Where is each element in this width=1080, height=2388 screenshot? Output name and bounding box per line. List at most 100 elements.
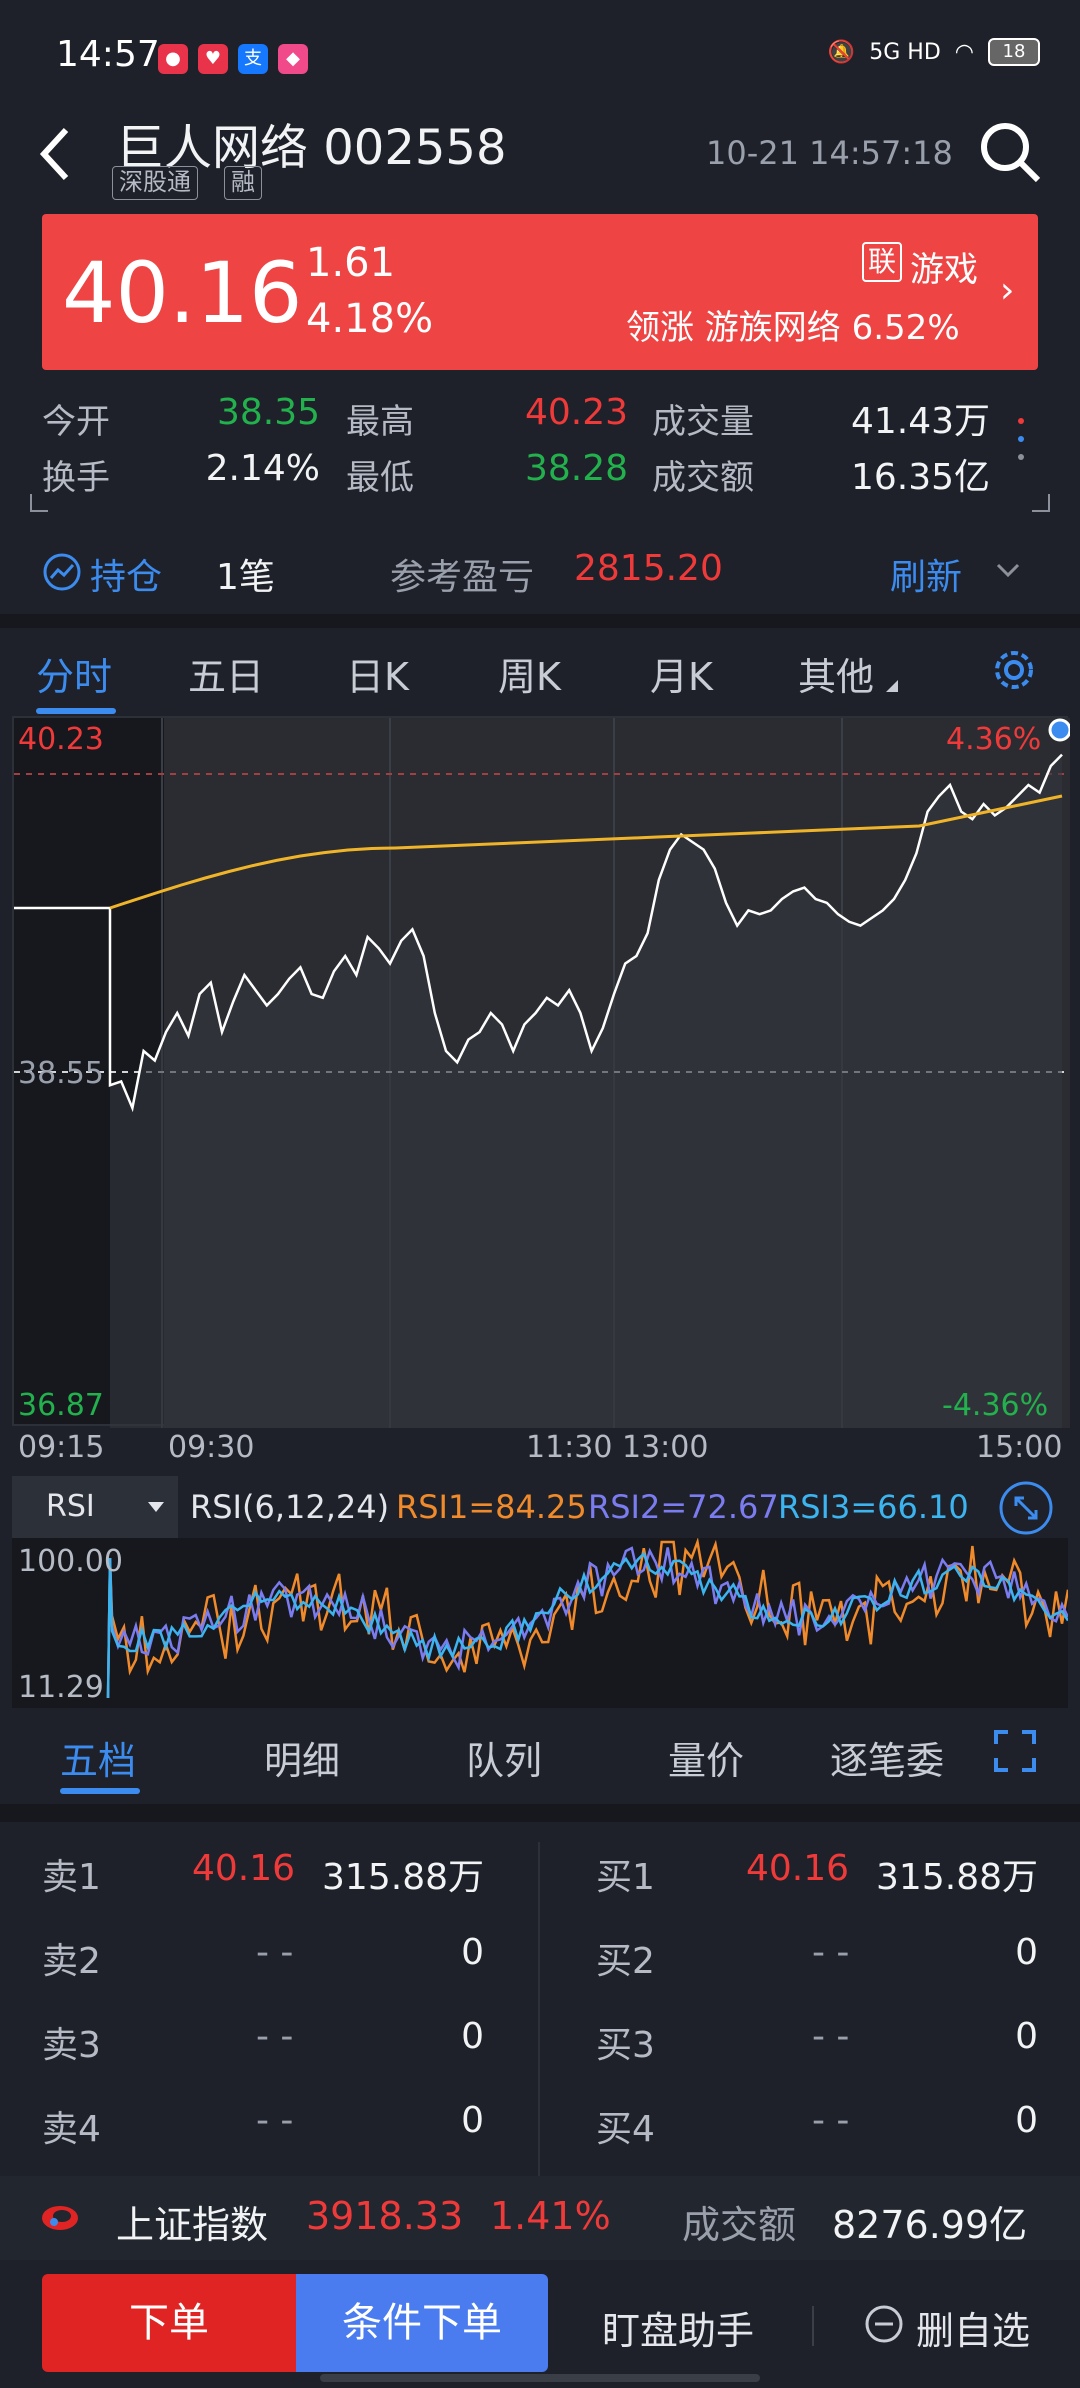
buy-level-label: 买2 [596, 1941, 655, 1982]
page-dot [1018, 436, 1024, 442]
home-indicator [320, 2374, 760, 2382]
alipay-icon: 支 [238, 44, 268, 74]
tab-daily-k[interactable]: 日K [346, 646, 409, 701]
turnover-value: 2.14% [205, 448, 320, 489]
time-tick: 09:30 [168, 1430, 255, 1465]
buy-level-price: 40.16 [746, 1848, 850, 1889]
status-icons: 🔕 5G HD ◠ 18 [828, 38, 1040, 66]
rsi2-line [106, 1546, 1070, 1699]
buy-level-label: 买4 [596, 2109, 655, 2150]
dropdown-corner-icon [886, 680, 898, 692]
remove-watchlist-button[interactable]: 删自选 [916, 2300, 1030, 2355]
tab-queue[interactable]: 队列 [466, 1730, 542, 1785]
price-change-pct: 4.18% [306, 296, 434, 342]
tab-volume-price[interactable]: 量价 [668, 1730, 744, 1785]
sell-level-volume: 0 [461, 2100, 484, 2141]
price-change: 1.61 [306, 240, 396, 286]
conditional-order-button[interactable]: 条件下单 [296, 2274, 548, 2372]
intraday-chart-svg [14, 718, 1072, 1428]
search-button[interactable] [978, 120, 1042, 184]
expand-indicator-button[interactable] [998, 1480, 1054, 1540]
volume-value: 41.43万 [850, 401, 990, 442]
high-label: 最高 [346, 402, 414, 442]
mute-icon: 🔕 [827, 39, 856, 65]
tab-five-level[interactable]: 五档 [60, 1730, 136, 1785]
minus-circle-icon [864, 2304, 904, 2348]
intraday-chart[interactable] [12, 716, 1072, 1428]
rsi-params: RSI(6,12,24) [190, 1488, 390, 1526]
tab-detail[interactable]: 明细 [264, 1730, 340, 1785]
expand-corner-icon[interactable] [30, 494, 48, 512]
sell-level-label: 卖2 [42, 1941, 101, 1982]
rsi1-value: RSI1=84.25 [396, 1488, 587, 1526]
y-axis-top-pct: 4.36% [946, 722, 1042, 757]
position-button[interactable]: 持仓 [90, 548, 162, 600]
rsi-axis-bottom: 11.29 [18, 1670, 104, 1705]
index-amount: 8276.99亿 [832, 2203, 1028, 2247]
expand-corner-icon[interactable] [1032, 494, 1050, 512]
current-price: 40.16 [62, 244, 303, 342]
buy-level-volume: 315.88万 [876, 1857, 1038, 1898]
tab-monthly-k[interactable]: 月K [650, 646, 713, 701]
chevron-right-icon: › [1000, 270, 1015, 311]
buy-level-volume: 0 [1015, 1932, 1038, 1973]
chevron-down-icon[interactable] [994, 556, 1022, 588]
sell-level-volume: 0 [461, 2016, 484, 2057]
app-notification-icon: ● [158, 44, 188, 74]
sell-level-label: 卖1 [42, 1857, 101, 1898]
app-notification-icon: ♥ [198, 44, 228, 74]
current-point-marker [1048, 718, 1072, 742]
time-tick: 15:00 [976, 1430, 1063, 1465]
status-bar: 14:57 ● ♥ 支 ◆ 🔕 5G HD ◠ 18 [0, 0, 1080, 118]
volume-label: 成交量 [652, 402, 754, 442]
index-amount-label: 成交额 [682, 2203, 797, 2247]
chart-settings-button[interactable] [990, 646, 1038, 698]
amount-label: 成交额 [652, 458, 754, 498]
tab-intraday[interactable]: 分时 [36, 646, 112, 701]
buy-level-label: 买1 [596, 1857, 655, 1898]
sell-level-price: - - [256, 2100, 294, 2141]
buy-level-volume: 0 [1015, 2100, 1038, 2141]
signal-icon: 5G HD [869, 39, 941, 65]
rsi-axis-top: 100.00 [18, 1544, 123, 1579]
index-bar[interactable]: 上证指数 3918.33 1.41% 成交额 8276.99亿 [0, 2176, 1080, 2260]
rsi-chart[interactable] [12, 1537, 1070, 1708]
quote-timestamp: 10-21 14:57:18 [706, 134, 953, 172]
tab-weekly-k[interactable]: 周K [498, 646, 561, 701]
turnover-label: 换手 [42, 458, 110, 498]
tab-tick-orders[interactable]: 逐笔委 [830, 1730, 944, 1785]
index-logo-icon [40, 2198, 80, 2242]
sell-level-label: 卖4 [42, 2109, 101, 2150]
tab-five-day[interactable]: 五日 [188, 646, 264, 701]
divider [0, 614, 1080, 628]
fullscreen-button[interactable] [994, 1730, 1036, 1776]
rsi-header: RSI RSI(6,12,24) RSI1=84.25 RSI2=72.67 R… [12, 1476, 1068, 1538]
rsi3-value: RSI3=66.10 [778, 1488, 969, 1526]
low-value: 38.28 [524, 448, 628, 489]
order-book-divider [538, 1842, 540, 2176]
tag-shenguton: 深股通 [112, 166, 198, 200]
refresh-button[interactable]: 刷新 [890, 548, 962, 600]
back-button[interactable] [36, 124, 76, 184]
price-banner[interactable]: 40.16 1.61 4.18% 联 游戏 领涨 游族网络 6.52% › [42, 214, 1038, 370]
position-icon [42, 552, 82, 592]
tab-underline [60, 1788, 140, 1794]
y-axis-top-price: 40.23 [18, 722, 104, 757]
gear-icon [995, 651, 1033, 689]
expand-icon [999, 1481, 1053, 1535]
order-button[interactable]: 下单 [42, 2274, 296, 2372]
page-dot [1018, 418, 1024, 424]
pl-label: 参考盈亏 [390, 557, 535, 598]
caret-down-icon [148, 1502, 164, 1512]
watch-assistant-button[interactable]: 盯盘助手 [602, 2300, 754, 2355]
tab-other[interactable]: 其他 [798, 646, 874, 701]
sell-level-price: 40.16 [192, 1848, 296, 1889]
industry-leader: 领涨 游族网络 6.52% [626, 308, 960, 348]
y-axis-bottom-price: 36.87 [18, 1388, 104, 1423]
position-count: 1笔 [216, 557, 275, 598]
sell-level-volume: 315.88万 [322, 1857, 484, 1898]
app-notification-icon: ◆ [278, 44, 308, 74]
wifi-icon: ◠ [954, 39, 974, 65]
amount-value: 16.35亿 [850, 457, 990, 498]
rsi-chart-svg [106, 1537, 1070, 1699]
